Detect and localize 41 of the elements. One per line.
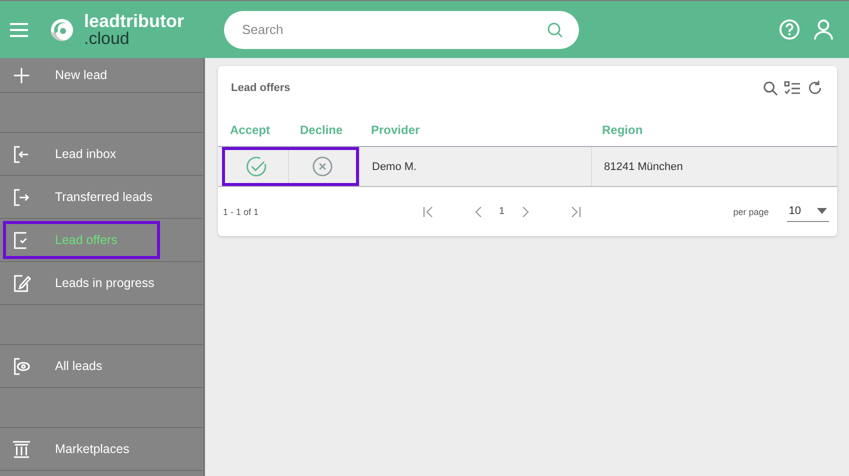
user-icon[interactable] [814, 18, 833, 40]
checklist-icon[interactable] [784, 80, 801, 96]
menu-icon[interactable] [10, 22, 28, 36]
column-header[interactable]: Provider [357, 123, 588, 137]
column-header[interactable]: Region [588, 123, 837, 137]
accept-check-icon[interactable] [246, 156, 267, 177]
decline-x-icon[interactable] [312, 156, 333, 177]
search-field[interactable]: Search [224, 10, 580, 48]
bank-icon [12, 440, 31, 458]
swirl-logo-icon [50, 18, 74, 42]
export-icon [12, 188, 31, 206]
sidebar-item[interactable]: Marketplaces [3, 430, 160, 468]
per-page-select[interactable]: 10 [786, 201, 829, 222]
first-page-icon[interactable] [423, 206, 435, 218]
logo-name: leadtributor [84, 12, 184, 30]
per-page-label: per page [733, 206, 769, 216]
sidebar-item[interactable]: New lead [3, 56, 160, 94]
column-header[interactable]: Accept [218, 123, 288, 137]
search-icon[interactable] [763, 80, 778, 96]
plus-icon [12, 66, 31, 84]
region-cell: 81241 München [604, 160, 683, 172]
sidebar-item[interactable]: Lead inbox [3, 135, 160, 173]
inbox-icon [12, 144, 31, 164]
provider-cell: Demo M. [372, 160, 417, 172]
eye-icon [12, 356, 31, 376]
page-number[interactable]: 1 [499, 206, 505, 217]
sidebar-item[interactable]: Leads in progress [3, 264, 164, 302]
card-title: Lead offers [231, 82, 290, 94]
sidebar-item[interactable]: Transferred leads [3, 178, 162, 216]
column-header[interactable]: Decline [288, 123, 357, 137]
help-icon[interactable] [779, 19, 800, 40]
caret-icon [817, 208, 827, 214]
refresh-icon[interactable] [807, 80, 823, 96]
sidebar-item[interactable]: All leads [3, 347, 160, 385]
page-range: 1 - 1 of 1 [223, 206, 260, 216]
search-icon[interactable] [547, 22, 564, 38]
logo-suffix: .cloud [84, 30, 130, 47]
last-page-icon[interactable] [568, 206, 581, 218]
edit-icon [12, 274, 31, 292]
sidebar-item[interactable]: Lead offers [3, 221, 160, 259]
search-input[interactable]: Search [240, 21, 548, 38]
